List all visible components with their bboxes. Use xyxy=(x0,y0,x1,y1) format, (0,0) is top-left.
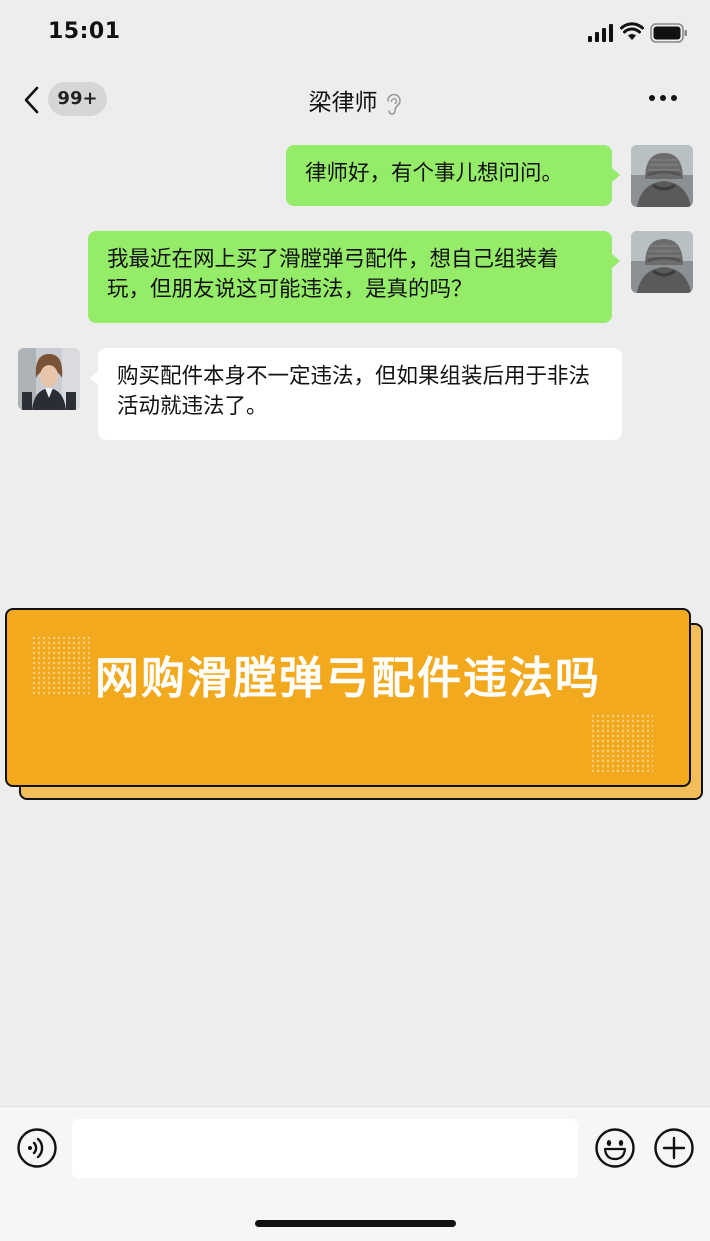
my-avatar[interactable] xyxy=(631,145,693,207)
dot-pattern-decoration xyxy=(32,636,90,696)
wifi-icon xyxy=(620,22,644,40)
message-input[interactable] xyxy=(72,1119,578,1178)
status-time: 15:01 xyxy=(48,19,121,44)
dot-pattern-decoration xyxy=(591,714,653,772)
ear-icon xyxy=(386,93,401,115)
lawyer-avatar[interactable] xyxy=(18,348,80,410)
plus-icon[interactable] xyxy=(653,1127,695,1169)
message-text: 律师好，有个事儿想问问。 xyxy=(305,161,564,186)
more-icon[interactable] xyxy=(648,94,678,102)
title-banner: 网购滑膛弹弓配件违法吗 xyxy=(5,608,691,787)
chat-title-text: 梁律师 xyxy=(308,90,378,116)
message-bubble-incoming[interactable]: 购买配件本身不一定违法，但如果组装后用于非法活动就违法了。 xyxy=(90,348,622,440)
signal-icon xyxy=(588,24,613,42)
message-bubble-outgoing[interactable]: 律师好，有个事儿想问问。 xyxy=(286,145,620,206)
message-bubble-outgoing[interactable]: 我最近在网上买了滑膛弹弓配件，想自己组装着玩，但朋友说这可能违法，是真的吗？ xyxy=(88,231,620,323)
message-text: 我最近在网上买了滑膛弹弓配件，想自己组装着玩，但朋友说这可能违法，是真的吗？ xyxy=(107,247,559,302)
home-indicator[interactable] xyxy=(255,1220,456,1227)
status-bar: 15:01 xyxy=(0,0,710,66)
emoji-icon[interactable] xyxy=(594,1127,636,1169)
battery-icon xyxy=(650,23,687,43)
chat-title: 梁律师 xyxy=(0,83,710,117)
my-avatar[interactable] xyxy=(631,231,693,293)
banner-title: 网购滑膛弹弓配件违法吗 xyxy=(95,653,601,704)
message-text: 购买配件本身不一定违法，但如果组装后用于非法活动就违法了。 xyxy=(117,364,591,419)
nav-bar: 99+ 梁律师 xyxy=(0,66,710,132)
voice-icon[interactable] xyxy=(16,1127,58,1169)
